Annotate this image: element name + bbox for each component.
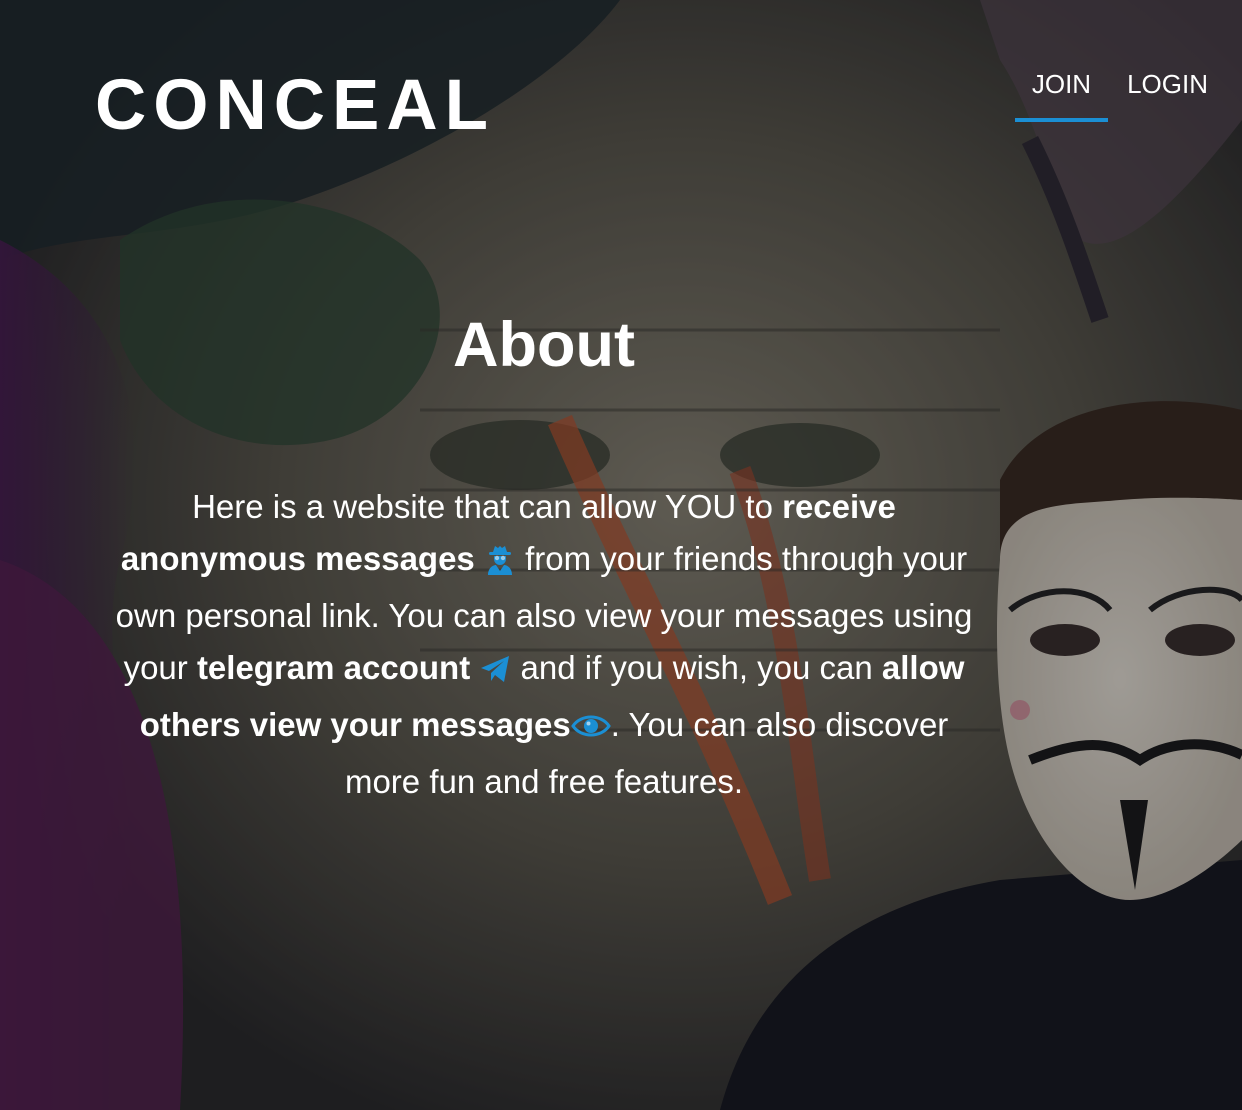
about-title: About (453, 310, 635, 380)
about-description: Here is a website that can allow YOU to … (100, 481, 988, 808)
site-logo[interactable]: CONCEAL (95, 66, 495, 146)
eye-icon (570, 704, 611, 756)
about-text-1: Here is a website that can allow YOU to (192, 488, 783, 525)
telegram-icon (479, 647, 511, 699)
top-nav: JOIN LOGIN (1014, 62, 1242, 126)
about-text-3: and if you wish, you can (511, 649, 882, 686)
nav-join-link[interactable]: JOIN (1014, 62, 1109, 122)
about-highlight-telegram: telegram account (196, 649, 471, 686)
page: CONCEAL JOIN LOGIN About Here is a websi… (0, 0, 1242, 1110)
nav-login-link[interactable]: LOGIN (1108, 62, 1242, 122)
spy-icon (484, 538, 516, 590)
